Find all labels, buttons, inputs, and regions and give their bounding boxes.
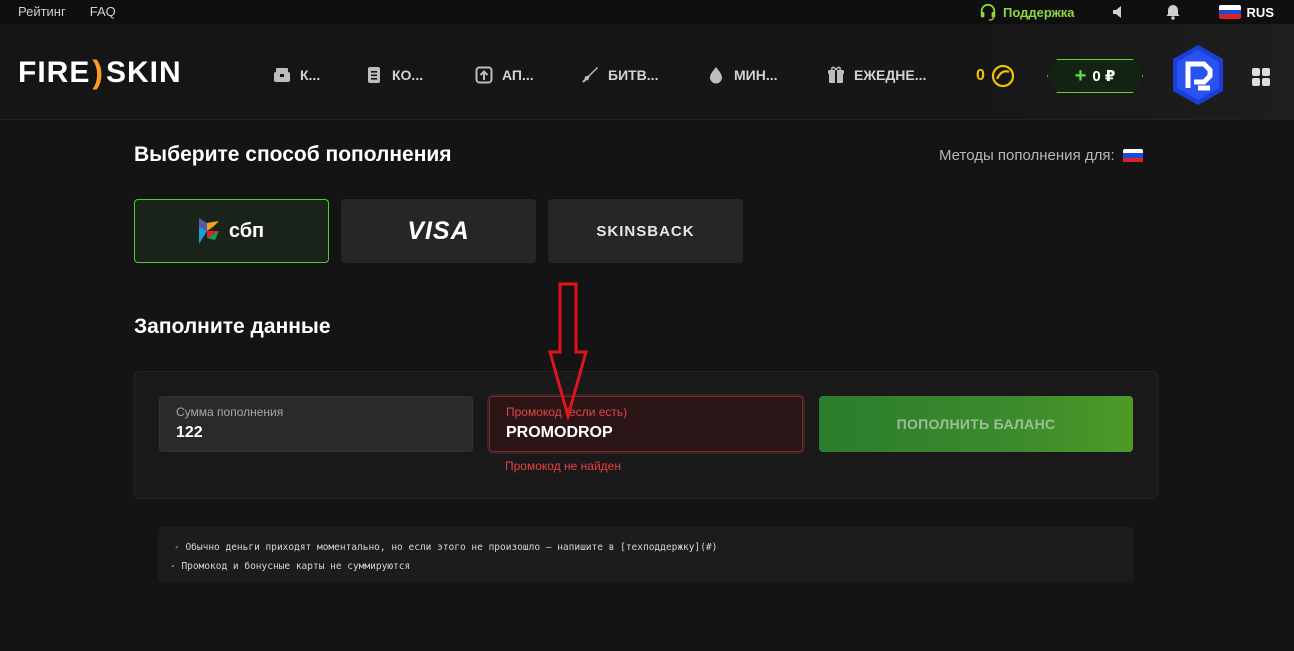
nav-label: МИН...	[734, 67, 778, 83]
main-navbar: FIRE ) SKIN К... КО... АП... БИТВ... МИН…	[0, 24, 1294, 120]
sword-icon	[582, 67, 598, 83]
method-label: VISA	[407, 216, 470, 245]
case-icon	[274, 68, 290, 82]
language-label: RUS	[1246, 4, 1274, 20]
notifications-button[interactable]	[1165, 4, 1181, 20]
mines-icon	[710, 67, 722, 84]
russia-flag-icon	[1218, 5, 1241, 19]
speaker-icon	[1112, 6, 1121, 18]
nav-contracts[interactable]: КО...	[364, 65, 423, 85]
nav-mines[interactable]: МИН...	[706, 65, 778, 85]
logo-text-left: FIRE	[18, 55, 91, 89]
bell-icon	[1166, 5, 1180, 20]
russia-flag-icon	[1122, 148, 1143, 163]
plus-icon: +	[1074, 65, 1087, 87]
deposit-notes: - Обычно деньги приходят моментально, но…	[158, 527, 1134, 582]
amount-field[interactable]: Сумма пополнения 122	[159, 396, 473, 452]
promo-field[interactable]: Промокод (если есть) PROMODROP	[489, 396, 803, 452]
annotation-arrow-icon	[548, 282, 588, 420]
promo-value[interactable]: PROMODROP	[506, 424, 786, 442]
nav-label: КО...	[392, 67, 424, 83]
upgrade-icon	[475, 66, 493, 84]
method-sbp[interactable]: сбп	[134, 199, 329, 263]
menu-grid-icon[interactable]	[1252, 68, 1270, 86]
coin-icon	[991, 64, 1015, 88]
promo-error-message: Промокод не найден	[505, 459, 621, 473]
deposit-balance-button[interactable]: + 0 ₽	[1047, 59, 1143, 93]
top-bar: Рейтинг FAQ Поддержка RUS	[0, 0, 1294, 24]
headset-icon	[980, 3, 996, 21]
nav-battles[interactable]: БИТВ...	[580, 65, 658, 85]
methods-region[interactable]: Методы пополнения для:	[939, 147, 1143, 164]
gift-icon	[828, 66, 844, 83]
page-title: Выберите способ пополнения	[134, 143, 452, 166]
submit-deposit-button[interactable]: ПОПОЛНИТЬ БАЛАНС	[819, 396, 1133, 452]
logo-mark: )	[92, 54, 104, 90]
method-skinsback[interactable]: SKINSBACK	[548, 199, 743, 263]
method-label: SKINSBACK	[596, 222, 695, 240]
nav-label: БИТВ...	[608, 67, 659, 83]
methods-region-label: Методы пополнения для:	[939, 147, 1115, 164]
sound-toggle[interactable]	[1111, 4, 1127, 20]
nav-upgrade[interactable]: АП...	[474, 65, 534, 85]
balance-amount: 0 ₽	[1092, 68, 1116, 85]
coin-value: 0	[976, 67, 985, 84]
nav-cases[interactable]: К...	[272, 65, 320, 85]
amount-value[interactable]: 122	[176, 424, 456, 442]
nav-label: К...	[300, 67, 321, 83]
nav-daily[interactable]: ЕЖЕДНЕ...	[826, 65, 926, 85]
rating-link[interactable]: Рейтинг	[18, 4, 66, 19]
note-line: - Обычно деньги приходят моментально, но…	[174, 542, 718, 553]
language-selector[interactable]: RUS	[1218, 4, 1274, 20]
support-link[interactable]: Поддержка	[979, 3, 1075, 21]
sbp-logo-icon	[198, 218, 219, 244]
method-label: сбп	[228, 219, 265, 242]
contract-icon	[368, 67, 380, 83]
form-title: Заполните данные	[134, 315, 331, 338]
avatar[interactable]	[1172, 44, 1224, 106]
nav-label: ЕЖЕДНЕ...	[854, 67, 927, 83]
amount-label: Сумма пополнения	[176, 405, 284, 419]
coin-balance[interactable]: 0	[976, 64, 1015, 88]
faq-link[interactable]: FAQ	[90, 4, 116, 19]
method-visa[interactable]: VISA	[341, 199, 536, 263]
nav-label: АП...	[502, 67, 534, 83]
note-line: - Промокод и бонусные карты не суммируют…	[170, 561, 411, 572]
site-logo[interactable]: FIRE ) SKIN	[18, 54, 182, 91]
support-label: Поддержка	[1002, 4, 1075, 20]
logo-text-right: SKIN	[106, 55, 182, 89]
